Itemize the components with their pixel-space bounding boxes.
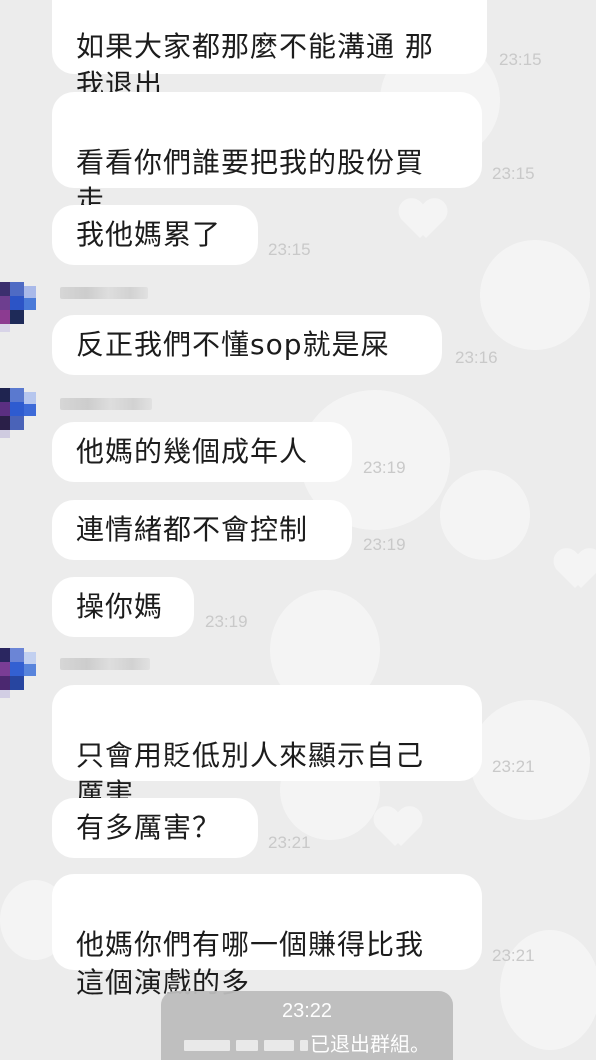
message-bubble[interactable]: 看看你們誰要把我的股份買 走 <box>52 92 482 217</box>
message-timestamp: 23:15 <box>499 50 542 69</box>
message-timestamp: 23:16 <box>455 348 498 367</box>
sender-avatar[interactable] <box>0 648 36 704</box>
sender-name-redacted <box>60 398 152 410</box>
message-bubble[interactable]: 我他媽累了 <box>52 205 258 265</box>
message-bubble[interactable]: 有多厲害？ <box>52 798 258 858</box>
system-notice-line: 已退出群組。 <box>161 1028 453 1057</box>
message-text: 我他媽累了 <box>76 218 222 251</box>
message-bubble[interactable]: 操你媽 <box>52 577 194 637</box>
message-timestamp: 23:15 <box>492 164 535 183</box>
redacted-name-block <box>236 1040 258 1051</box>
message-timestamp: 23:19 <box>363 535 406 554</box>
message-bubble[interactable]: 連情緒都不會控制 <box>52 500 352 560</box>
message-bubble[interactable]: 他媽你們有哪一個賺得比我 這個演戲的多 <box>52 874 482 999</box>
message-text: 他媽的幾個成年人 <box>76 435 309 468</box>
system-notice-time: 23:22 <box>281 1000 333 1022</box>
message-timestamp: 23:21 <box>268 833 311 852</box>
chat-thread[interactable]: 如果大家都那麼不能溝通 那 我退出 23:15 看看你們誰要把我的股份買 走 2… <box>0 0 596 1060</box>
message-bubble[interactable]: 他媽的幾個成年人 <box>52 422 352 482</box>
sender-avatar[interactable] <box>0 282 36 338</box>
message-timestamp: 23:19 <box>205 612 248 631</box>
message-text: 有多厲害？ <box>76 811 222 844</box>
redacted-name-block <box>300 1040 308 1051</box>
system-notice-text: 已退出群組。 <box>310 1032 430 1056</box>
message-bubble[interactable]: 只會用貶低別人來顯示自己 厲害 <box>52 685 482 810</box>
sender-name-redacted <box>60 658 150 670</box>
message-text: 連情緒都不會控制 <box>76 513 309 546</box>
redacted-name-block <box>264 1040 294 1051</box>
message-timestamp: 23:21 <box>492 946 535 965</box>
message-timestamp: 23:19 <box>363 458 406 477</box>
sender-avatar[interactable] <box>0 388 36 444</box>
message-text: 操你媽 <box>76 590 164 623</box>
message-timestamp: 23:15 <box>268 240 311 259</box>
message-text: 反正我們不懂sop就是屎 <box>76 328 390 361</box>
message-bubble[interactable]: 反正我們不懂sop就是屎 <box>52 315 442 375</box>
message-text: 他媽你們有哪一個賺得比我 這個演戲的多 <box>76 928 425 999</box>
system-notice: 23:22 已退出群組。 <box>161 991 453 1060</box>
message-timestamp: 23:21 <box>492 757 535 776</box>
redacted-name-block <box>184 1040 230 1051</box>
message-bubble[interactable]: 如果大家都那麼不能溝通 那 我退出 <box>52 0 487 101</box>
message-text: 如果大家都那麼不能溝通 那 我退出 <box>76 30 434 101</box>
sender-name-redacted <box>60 287 148 299</box>
